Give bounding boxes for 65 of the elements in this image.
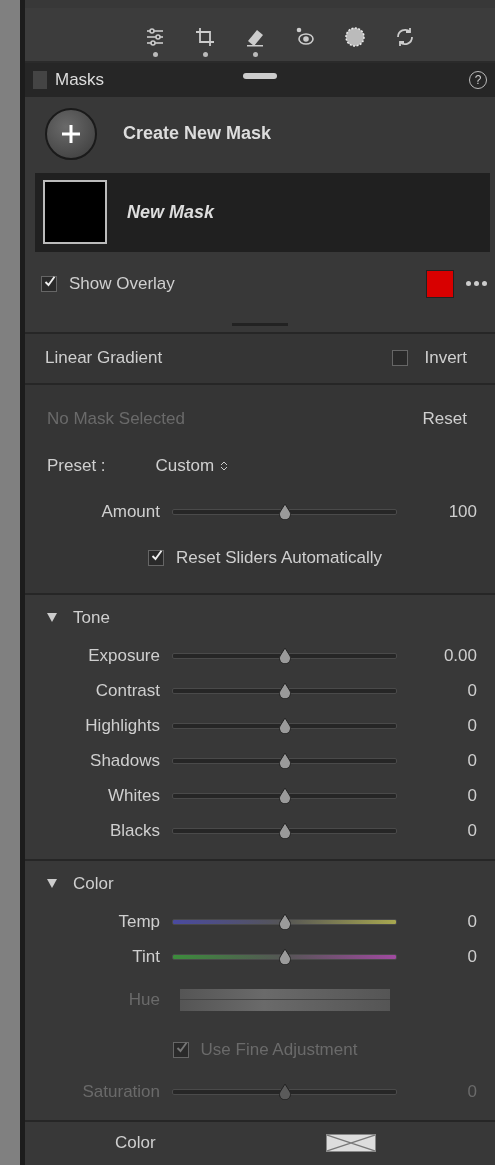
checkbox[interactable] <box>148 549 164 566</box>
slider-value: 0 <box>466 681 477 702</box>
slider-label: Exposure <box>87 646 161 667</box>
create-mask-label[interactable]: Create New Mask <box>123 123 272 145</box>
drag-handle[interactable] <box>243 73 277 79</box>
checkbox-label: Show Overlay <box>69 273 176 294</box>
slider-thumb[interactable] <box>277 787 292 805</box>
preset-dropdown[interactable]: Custom <box>155 455 229 476</box>
more-icon[interactable] <box>466 281 487 287</box>
slider-value: 0 <box>466 947 477 968</box>
section-title[interactable]: Tone <box>73 607 110 628</box>
slider-track[interactable] <box>172 716 397 737</box>
panel-title: Masks <box>55 69 105 90</box>
mask-thumbnail <box>43 180 107 245</box>
slider-value: 0 <box>466 821 477 842</box>
slider-track[interactable] <box>172 912 397 933</box>
checkbox[interactable] <box>41 275 57 292</box>
mask-name: New Mask <box>127 201 215 223</box>
no-color-swatch[interactable] <box>325 1134 376 1153</box>
slider-label: Blacks <box>108 821 161 842</box>
slider-label: Whites <box>107 786 161 807</box>
slider-thumb[interactable] <box>277 948 292 966</box>
mask-item[interactable]: New Mask <box>35 173 490 252</box>
slider-track[interactable] <box>172 501 397 522</box>
slider-thumb[interactable] <box>277 822 292 840</box>
disclosure-triangle-icon[interactable] <box>47 879 57 889</box>
color-label: Color <box>115 1133 156 1154</box>
reset-button[interactable]: Reset <box>422 408 467 429</box>
slider-label: Highlights <box>84 716 161 737</box>
tool-button[interactable] <box>194 26 216 57</box>
slider-track[interactable] <box>172 947 397 968</box>
slider-label: Temp <box>117 912 161 933</box>
slider-track[interactable] <box>172 751 397 772</box>
slider-track[interactable] <box>172 786 397 807</box>
disclosure-triangle-icon[interactable] <box>47 613 57 623</box>
slider-value: 0.00 <box>442 646 477 667</box>
slider-thumb[interactable] <box>277 682 292 700</box>
slider-thumb[interactable] <box>277 717 292 735</box>
slider-label: Contrast <box>94 681 161 702</box>
slider-label: Amount <box>100 501 161 522</box>
slider-thumb[interactable] <box>277 647 292 665</box>
overlay-color-swatch[interactable] <box>426 269 454 298</box>
checkbox-label: Invert <box>424 348 467 369</box>
slider-label: Tint <box>131 947 161 968</box>
slider-value: 0 <box>466 716 477 737</box>
slider-track[interactable] <box>172 681 397 702</box>
section-title[interactable]: Color <box>73 873 114 894</box>
tool-button[interactable] <box>144 26 166 57</box>
slider-value: 0 <box>466 786 477 807</box>
slider-thumb[interactable] <box>277 913 292 931</box>
plus-icon[interactable] <box>45 107 97 160</box>
checkbox-label: Reset Sliders Automatically <box>176 547 382 568</box>
mask-type-title: Linear Gradient <box>45 348 164 369</box>
slider-value: 0 <box>466 751 477 772</box>
slider-thumb[interactable] <box>277 752 292 770</box>
slider-value: 100 <box>447 501 477 522</box>
slider-track[interactable] <box>172 646 397 667</box>
slider-value: 0 <box>466 912 477 933</box>
slider-track[interactable] <box>172 1082 397 1103</box>
slider-thumb[interactable] <box>277 502 292 520</box>
slider-label: Shadows <box>89 751 161 772</box>
preset-label: Preset : <box>47 455 106 476</box>
stepper-icon <box>220 459 229 472</box>
checkbox[interactable] <box>392 350 409 367</box>
slider-track[interactable] <box>172 821 397 842</box>
